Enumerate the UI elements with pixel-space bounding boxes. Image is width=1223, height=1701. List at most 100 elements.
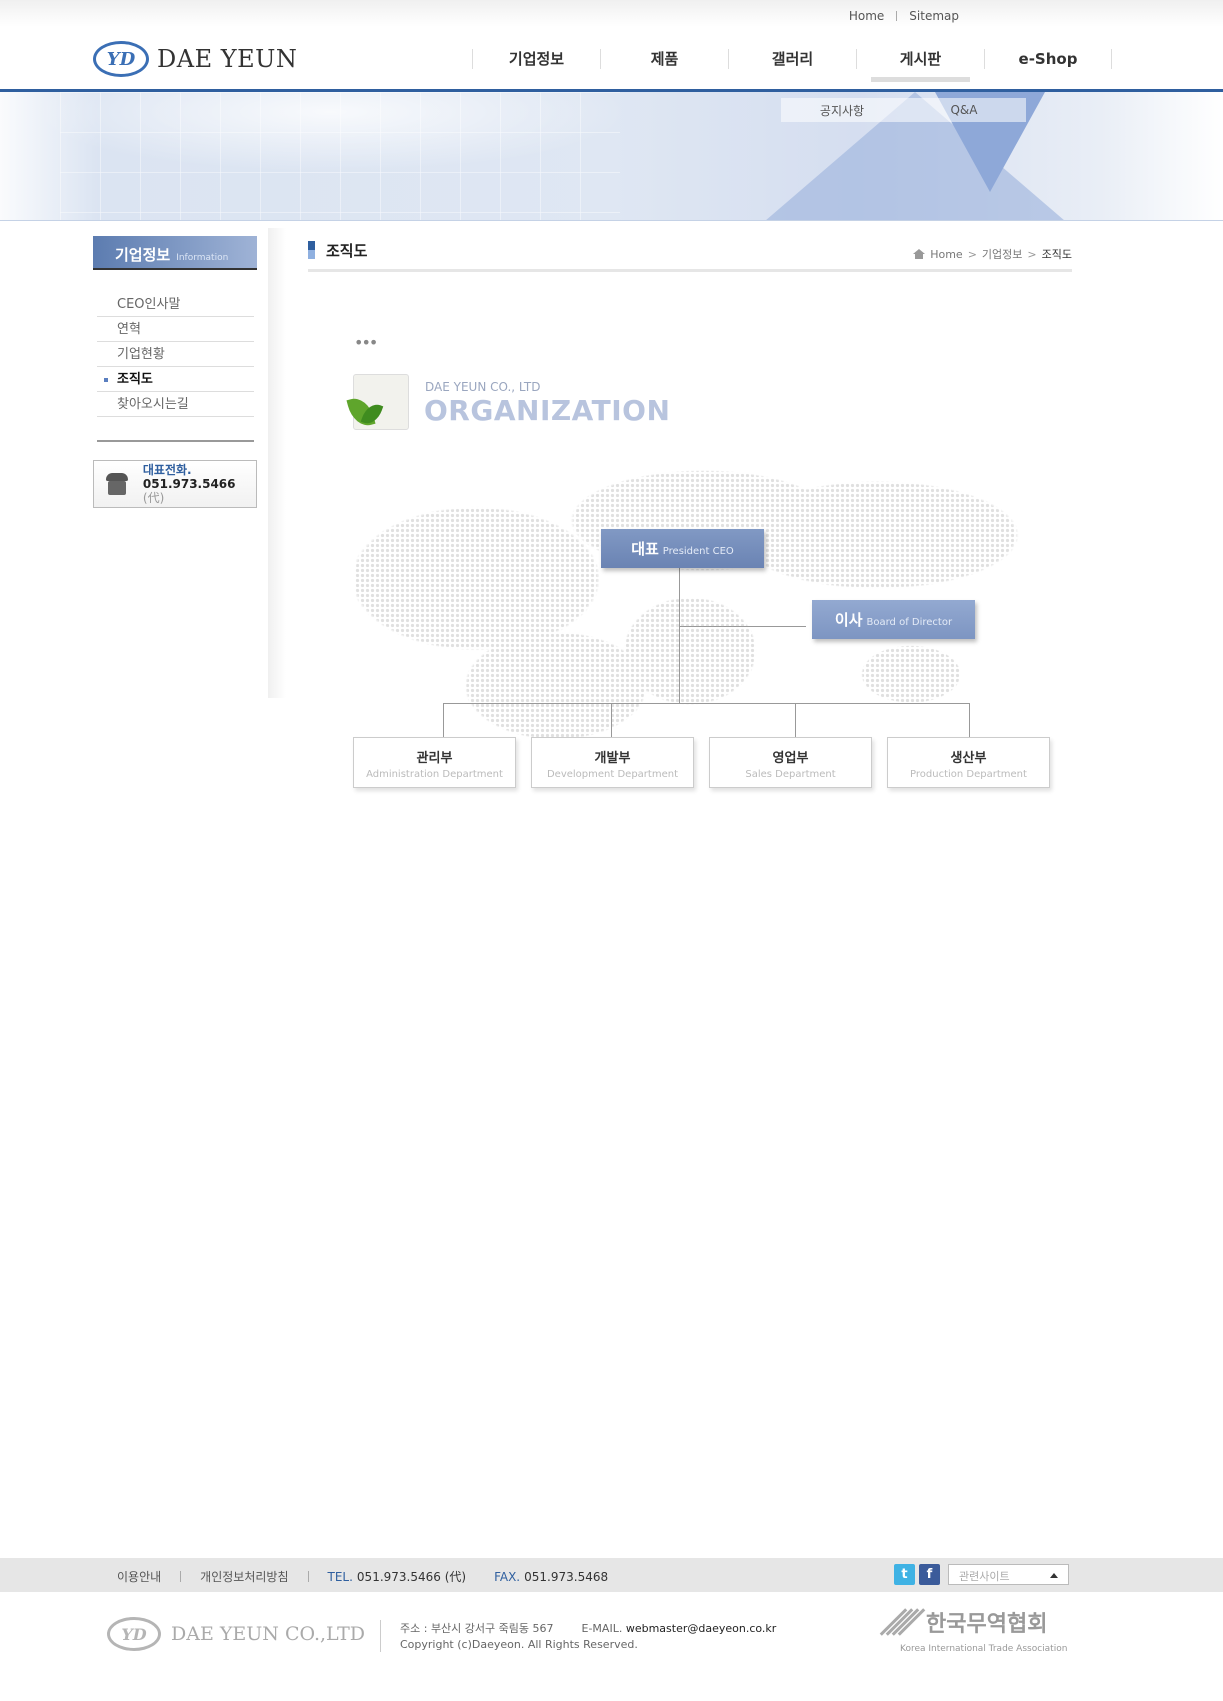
breadcrumb-current: 조직도 <box>1041 248 1072 261</box>
connector-departments <box>443 703 970 704</box>
nav-board[interactable]: 게시판 <box>856 49 984 82</box>
nav-eshop[interactable]: e-Shop <box>984 49 1112 69</box>
footer-bar: 이용안내 개인정보처리방침 TEL. 051.973.5466 (代) FAX.… <box>0 1558 1223 1592</box>
kita-logo[interactable]: 한국무역협회 Korea International Trade Associa… <box>879 1606 1068 1654</box>
email-label: E-MAIL. <box>581 1622 623 1635</box>
ceo-label-ko: 대표 <box>631 540 659 558</box>
divider <box>180 1571 182 1582</box>
divider <box>307 1571 309 1582</box>
connector-director <box>679 626 806 627</box>
subnav-qna[interactable]: Q&A <box>903 103 1025 117</box>
board-subnav: 공지사항 Q&A <box>781 98 1026 122</box>
leaf-org-icon <box>346 374 409 430</box>
org-box-ceo: 대표 President CEO <box>601 529 764 568</box>
dept-label-en: Development Department <box>546 769 678 780</box>
sidebar-item-location[interactable]: 찾아오시는길 <box>97 392 254 417</box>
phone-number: 051.973.5466 (代) <box>142 477 236 505</box>
sidebar-item-status[interactable]: 기업현황 <box>97 342 254 367</box>
org-company-name: DAE YEUN CO., LTD <box>425 380 541 394</box>
sidebar-title-en: Information <box>176 253 229 263</box>
connector-dept-1 <box>443 703 444 737</box>
org-box-admin: 관리부 Administration Department <box>353 737 516 788</box>
dept-label-ko: 영업부 <box>772 751 809 766</box>
twitter-icon[interactable]: t <box>894 1564 915 1585</box>
footer-link-privacy[interactable]: 개인정보처리방침 <box>200 1568 288 1585</box>
org-box-director: 이사 Board of Director <box>812 600 975 639</box>
sidebar-shadow <box>268 228 286 698</box>
related-sites-select[interactable]: 관련사이트 <box>948 1564 1069 1585</box>
connector-ceo-vertical <box>679 568 680 704</box>
nav-gallery[interactable]: 갤러리 <box>728 49 856 69</box>
logo-name: DAE YEUN <box>157 45 298 73</box>
fax-label: FAX. <box>494 1569 521 1584</box>
connector-dept-3 <box>795 703 796 737</box>
home-icon <box>913 249 926 259</box>
subnav-notice[interactable]: 공지사항 <box>781 102 903 119</box>
address-text: 주소 : 부산시 강서구 죽림동 567 <box>400 1622 554 1635</box>
sidebar-item-history[interactable]: 연혁 <box>97 317 254 342</box>
nav-products[interactable]: 제품 <box>600 49 728 69</box>
dept-label-ko: 생산부 <box>950 751 987 766</box>
sidebar-title: 기업정보 Information <box>93 236 257 270</box>
director-label-ko: 이사 <box>834 611 863 629</box>
org-box-development: 개발부 Development Department <box>531 737 694 788</box>
logo-mark: YD <box>93 41 149 77</box>
header: Home Sitemap YD DAE YEUN 기업정보 제품 갤러리 게시판… <box>0 0 1223 92</box>
dept-label-en: Production Department <box>910 769 1027 780</box>
fax-value: 051.973.5468 <box>524 1569 609 1584</box>
tel-label: TEL. <box>327 1569 353 1584</box>
footer-links: 이용안내 개인정보처리방침 TEL. 051.973.5466 (代) FAX.… <box>117 1568 608 1585</box>
director-label-en: Board of Director <box>866 617 953 628</box>
footer-address: 주소 : 부산시 강서구 죽림동 567 E-MAIL. webmaster@da… <box>400 1621 776 1653</box>
sidebar-title-ko: 기업정보 <box>115 246 171 264</box>
email-value[interactable]: webmaster@daeyeon.co.kr <box>626 1622 776 1635</box>
phone-icon <box>104 472 129 496</box>
footer-logo-name: DAE YEUN CO.,LTD <box>171 1623 366 1645</box>
util-home-link[interactable]: Home <box>849 9 884 23</box>
org-box-sales: 영업부 Sales Department <box>709 737 872 788</box>
breadcrumb: Home > 기업정보 > 조직도 <box>913 246 1072 262</box>
connector-dept-4 <box>969 703 970 737</box>
facebook-icon[interactable]: f <box>919 1564 940 1585</box>
ceo-label-en: President CEO <box>662 546 734 557</box>
section-dots: ••• <box>354 333 378 352</box>
dept-label-ko: 관리부 <box>416 751 453 766</box>
site-logo[interactable]: YD DAE YEUN <box>93 41 297 77</box>
top-banner: 공지사항 Q&A <box>0 92 1223 221</box>
breadcrumb-company[interactable]: 기업정보 <box>982 246 1022 262</box>
chevron-right-icon: > <box>1027 247 1037 261</box>
kita-name-en: Korea International Trade Association <box>900 1644 1068 1654</box>
divider <box>896 11 898 21</box>
org-box-production: 생산부 Production Department <box>887 737 1050 788</box>
content-header: 조직도 Home > 기업정보 > 조직도 <box>308 240 1072 272</box>
kita-name-ko: 한국무역협회 <box>926 1612 1048 1637</box>
kita-symbol-icon <box>879 1607 926 1637</box>
page-title: 조직도 <box>326 242 368 260</box>
dept-label-ko: 개발부 <box>594 751 631 766</box>
sidebar-item-ceo[interactable]: CEO인사말 <box>97 292 254 317</box>
phone-label: 대표전화. <box>142 463 192 477</box>
footer-link-terms[interactable]: 이용안내 <box>117 1568 161 1585</box>
sidebar-menu: CEO인사말 연혁 기업현황 조직도 찾아오시는길 <box>97 292 254 417</box>
caret-up-icon <box>1050 1573 1058 1578</box>
sidebar-item-organization[interactable]: 조직도 <box>97 367 254 392</box>
footer-logo: YD DAE YEUN CO.,LTD <box>107 1617 365 1651</box>
breadcrumb-home[interactable]: Home <box>930 248 962 261</box>
dept-label-en: Administration Department <box>366 769 503 780</box>
utility-nav: Home Sitemap <box>849 9 959 23</box>
chevron-right-icon: > <box>967 247 977 261</box>
footer-logo-mark: YD <box>107 1617 161 1651</box>
footer-social: t f 관련사이트 <box>894 1564 1069 1585</box>
main-nav: 기업정보 제품 갤러리 게시판 e-Shop <box>472 49 1112 82</box>
nav-company[interactable]: 기업정보 <box>472 49 600 69</box>
copyright-text: Copyright (c)Daeyeon. All Rights Reserve… <box>400 1638 638 1651</box>
org-heading: ORGANIZATION <box>424 394 671 427</box>
phone-suffix: (代) <box>142 491 165 505</box>
sidebar-divider <box>97 440 254 442</box>
title-marker <box>308 241 315 259</box>
world-map-background <box>355 448 1025 738</box>
related-sites-value: 관련사이트 <box>959 1570 1010 1583</box>
dept-label-en: Sales Department <box>745 769 836 780</box>
util-sitemap-link[interactable]: Sitemap <box>909 9 959 23</box>
tel-value: 051.973.5466 (代) <box>356 1570 467 1584</box>
